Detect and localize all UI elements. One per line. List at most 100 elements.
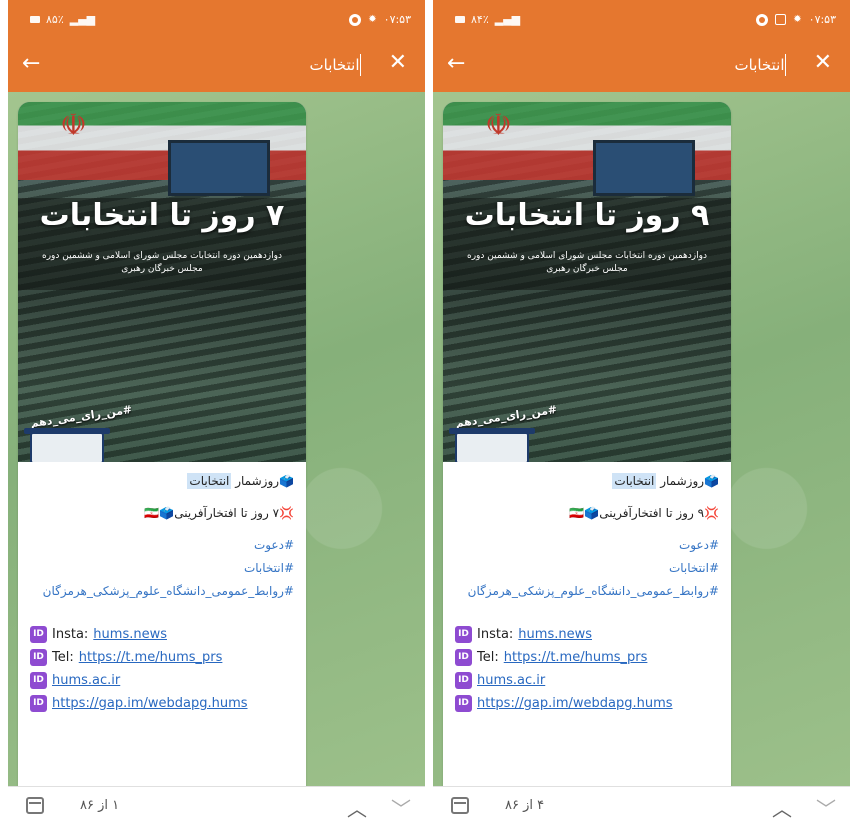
- chevron-up-icon[interactable]: ︿: [772, 793, 792, 822]
- notification-icon: [349, 13, 362, 26]
- signal-icon: ▂▄▆: [494, 13, 521, 26]
- poster-hashtag: #من_رای_می_دهم: [29, 402, 133, 431]
- days-line: 💢۷ روز تا افتخارآفرینی🗳️🇮🇷: [30, 506, 294, 520]
- link-prefix: Tel:: [477, 650, 499, 665]
- parliament-screen-graphic: [168, 140, 270, 196]
- link-row: ID Tel: https://t.me/hums_prs: [30, 646, 294, 669]
- link[interactable]: https://t.me/hums_prs: [504, 650, 648, 665]
- link-row: ID https://gap.im/webdapg.hums: [30, 692, 294, 715]
- search-results-bar: ۴ از ۸۶ ︿ ﹀: [433, 786, 850, 826]
- status-time: ۰۷:۵۳: [383, 13, 411, 26]
- status-time: ۰۷:۵۳: [808, 13, 836, 26]
- message-poster-image[interactable]: ☫ ۷ روز تا انتخابات دوازدهمین دوره انتخا…: [18, 102, 306, 462]
- ballot-box-icon: [449, 428, 535, 462]
- calendar-search-icon[interactable]: [451, 797, 469, 814]
- search-query: انتخابات: [309, 56, 360, 74]
- id-badge-icon: ID: [30, 649, 47, 666]
- ballot-emoji-icon: 🗳️: [584, 506, 600, 520]
- poster-title: ۷ روز تا انتخابات: [39, 198, 285, 233]
- days-text: ۷ روز تا افتخارآفرینی: [174, 506, 280, 520]
- id-badge-icon: ID: [30, 626, 47, 643]
- brightness-icon: ✹: [368, 14, 377, 25]
- link[interactable]: hums.news: [518, 627, 592, 642]
- link-prefix: Insta:: [477, 627, 514, 642]
- back-arrow-icon[interactable]: ←: [447, 50, 465, 78]
- anger-symbol-icon: 💢: [279, 506, 294, 520]
- anger-symbol-icon: 💢: [704, 506, 719, 520]
- hashtag[interactable]: #روابط_عمومی_دانشگاه_علوم_پزشکی_هرمزگان: [30, 580, 294, 603]
- battery-icon: [455, 16, 465, 23]
- hashtag[interactable]: #دعوت: [30, 534, 294, 557]
- link-list: ID Insta: hums.news ID Tel: https://t.me…: [455, 623, 719, 715]
- link[interactable]: https://gap.im/webdapg.hums: [52, 696, 248, 711]
- link-row: ID Tel: https://t.me/hums_prs: [455, 646, 719, 669]
- notification-icon: [756, 13, 769, 26]
- link-prefix: Tel:: [52, 650, 74, 665]
- battery-icon: [30, 16, 40, 23]
- close-icon[interactable]: ✕: [389, 49, 407, 77]
- hashtag-list: #دعوت #انتخابات #روابط_عمومی_دانشگاه_علو…: [30, 534, 294, 603]
- link-row: ID Insta: hums.news: [30, 623, 294, 646]
- ballot-emoji-icon: 🗳️: [159, 506, 175, 520]
- link[interactable]: hums.ac.ir: [52, 673, 120, 688]
- search-input[interactable]: انتخابات: [590, 52, 790, 78]
- link[interactable]: hums.ac.ir: [477, 673, 545, 688]
- ballot-box-icon: [24, 428, 110, 462]
- countdown-prefix: روزشمار: [656, 474, 705, 488]
- search-query: انتخابات: [734, 56, 785, 74]
- text-cursor: [784, 54, 786, 76]
- text-cursor: [359, 54, 361, 76]
- chevron-up-icon[interactable]: ︿: [347, 793, 367, 822]
- search-app-bar: ← انتخابات ✕: [433, 38, 850, 92]
- link[interactable]: https://t.me/hums_prs: [79, 650, 223, 665]
- result-counter: ۴ از ۸۶: [505, 798, 545, 813]
- channel-message[interactable]: ☫ ۷ روز تا انتخابات دوازدهمین دوره انتخا…: [18, 102, 306, 802]
- link[interactable]: https://gap.im/webdapg.hums: [477, 696, 673, 711]
- battery-level: ۸۵٪: [46, 13, 64, 26]
- result-counter: ۱ از ۸۶: [80, 798, 120, 813]
- search-match-highlight: انتخابات: [187, 473, 232, 489]
- message-poster-image[interactable]: ☫ ۹ روز تا انتخابات دوازدهمین دوره انتخا…: [443, 102, 731, 462]
- iran-flag-icon: 🇮🇷: [144, 506, 160, 520]
- link[interactable]: hums.news: [93, 627, 167, 642]
- hashtag[interactable]: #انتخابات: [30, 557, 294, 580]
- hashtag[interactable]: #دعوت: [455, 534, 719, 557]
- link-row: ID Insta: hums.news: [455, 623, 719, 646]
- signal-icon: ▂▄▆: [69, 13, 96, 26]
- search-input[interactable]: انتخابات: [165, 52, 365, 78]
- status-left-group: ۸۴٪ ▂▄▆: [455, 13, 520, 26]
- search-app-bar: ← انتخابات ✕: [8, 38, 425, 92]
- status-right-group: ✹ ۰۷:۵۳: [756, 13, 836, 26]
- iran-emblem-icon: ☫: [60, 108, 87, 143]
- close-icon[interactable]: ✕: [814, 49, 832, 77]
- link-row: ID hums.ac.ir: [30, 669, 294, 692]
- channel-message[interactable]: ☫ ۹ روز تا انتخابات دوازدهمین دوره انتخا…: [443, 102, 731, 802]
- iran-flag-icon: 🇮🇷: [569, 506, 585, 520]
- search-results-bar: ۱ از ۸۶ ︿ ﹀: [8, 786, 425, 826]
- status-right-group: ✹ ۰۷:۵۳: [349, 13, 411, 26]
- search-match-highlight: انتخابات: [612, 473, 657, 489]
- days-line: 💢۹ روز تا افتخارآفرینی🗳️🇮🇷: [455, 506, 719, 520]
- ballot-emoji-icon: 🗳️: [279, 474, 294, 488]
- hashtag[interactable]: #انتخابات: [455, 557, 719, 580]
- id-badge-icon: ID: [455, 695, 472, 712]
- chevron-down-icon[interactable]: ﹀: [391, 793, 411, 822]
- battery-level: ۸۴٪: [471, 13, 489, 26]
- phone-screen-left: ۸۵٪ ▂▄▆ ✹ ۰۷:۵۳ ← انتخابات ✕ ☫ ۷ روز تا …: [8, 0, 425, 826]
- id-badge-icon: ID: [455, 626, 472, 643]
- chevron-down-icon[interactable]: ﹀: [816, 793, 836, 822]
- hashtag[interactable]: #روابط_عمومی_دانشگاه_علوم_پزشکی_هرمزگان: [455, 580, 719, 603]
- hashtag-list: #دعوت #انتخابات #روابط_عمومی_دانشگاه_علو…: [455, 534, 719, 603]
- link-row: ID https://gap.im/webdapg.hums: [455, 692, 719, 715]
- poster-subtitle: دوازدهمین دوره انتخابات مجلس شورای اسلام…: [41, 251, 283, 274]
- brightness-icon: ✹: [793, 14, 802, 25]
- days-text: ۹ روز تا افتخارآفرینی: [599, 506, 705, 520]
- poster-hashtag: #من_رای_می_دهم: [454, 402, 558, 431]
- status-bar: ۸۵٪ ▂▄▆ ✹ ۰۷:۵۳: [8, 0, 425, 38]
- status-bar: ۸۴٪ ▂▄▆ ✹ ۰۷:۵۳: [433, 0, 850, 38]
- countdown-line: 🗳️روزشمار انتخابات: [30, 473, 294, 489]
- calendar-search-icon[interactable]: [26, 797, 44, 814]
- id-badge-icon: ID: [30, 695, 47, 712]
- back-arrow-icon[interactable]: ←: [22, 50, 40, 78]
- message-text: 🗳️روزشمار انتخابات 💢۷ روز تا افتخارآفرین…: [18, 462, 306, 715]
